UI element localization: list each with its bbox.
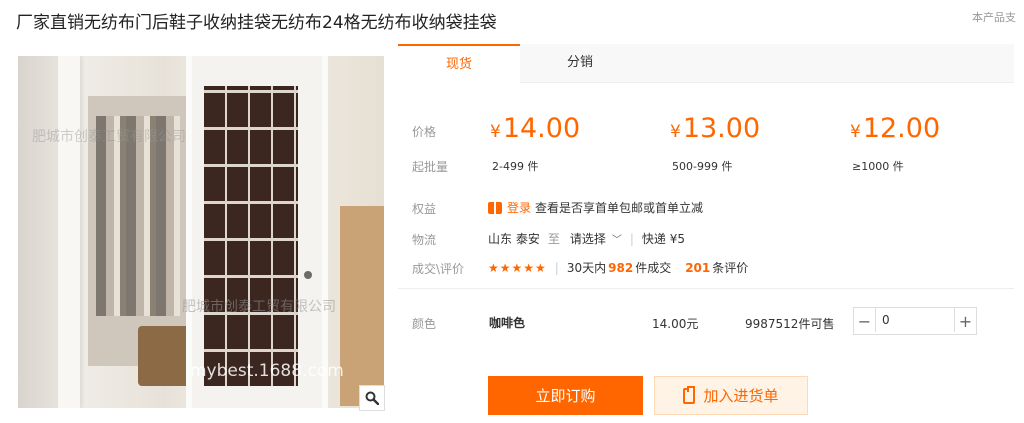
decrement-button[interactable]: − [854, 308, 875, 334]
clipboard-icon [683, 385, 696, 404]
reviews-row: ★★★★★ | 30天内 982 件成交 201 条评价 [488, 260, 749, 276]
product-title: 厂家直销无纺布门后鞋子收纳挂袋无纺布24格无纺布收纳袋挂袋 [16, 13, 497, 33]
price-tier-3: ¥12.00 [850, 113, 941, 144]
watermark: 肥城市创泰工贸有限公司 [32, 129, 186, 145]
moq-label: 起批量 [412, 160, 449, 174]
star-rating: ★★★★★ [488, 260, 547, 275]
shipping-fee: 快递 ¥5 [641, 232, 685, 246]
watermark: mybest.1688.com [190, 361, 344, 381]
chevron-down-icon: ﹀ [611, 235, 622, 246]
add-to-purchase-list-button[interactable]: 加入进货单 [654, 376, 808, 415]
logistics-label: 物流 [412, 233, 437, 247]
add-to-purchase-list-label: 加入进货单 [703, 387, 779, 405]
sku-price: 14.00元 [652, 317, 699, 331]
review-suffix: 条评价 [712, 261, 749, 275]
benefits-text: 查看是否享首单包邮或首单立减 [535, 201, 704, 215]
quantity-input[interactable] [875, 308, 955, 332]
increment-button[interactable]: + [955, 308, 976, 334]
logistics-row: 山东 泰安 至 请选择 ﹀ | 快递 ¥5 [488, 230, 685, 247]
support-note: 本产品支 [972, 11, 1016, 24]
benefits-label: 权益 [412, 202, 437, 216]
destination-select[interactable]: 请选择 ﹀ [570, 230, 622, 247]
sku-stock: 9987512件可售 [745, 317, 835, 331]
moq-tier-2: 500-999 件 [672, 160, 733, 173]
zoom-button[interactable] [359, 385, 385, 411]
shoe-organizer-illustration [204, 86, 298, 386]
watermark: 肥城市创泰工贸有限公司 [182, 299, 336, 315]
gift-icon [488, 201, 502, 214]
sku-color-name: 咖啡色 [489, 316, 526, 330]
sold-prefix: 30天内 [566, 261, 607, 275]
tab-distribution[interactable]: 分销 [520, 44, 640, 82]
price-tier-1: ¥14.00 [490, 113, 581, 144]
sku-color-label: 颜色 [412, 317, 437, 331]
review-count[interactable]: 201 [685, 261, 710, 275]
price-tier-2: ¥13.00 [670, 113, 761, 144]
tab-in-stock[interactable]: 现货 [398, 44, 520, 83]
login-link[interactable]: 登录 [507, 199, 531, 216]
price-label: 价格 [412, 125, 437, 139]
minus-icon: − [857, 311, 872, 331]
sold-count[interactable]: 982 [608, 261, 633, 275]
reviews-label: 成交\评价 [412, 262, 465, 276]
benefits-row: 登录 查看是否享首单包邮或首单立减 [488, 199, 703, 216]
plus-icon: + [958, 311, 973, 331]
moq-tier-1: 2-499 件 [492, 160, 539, 173]
sold-suffix: 件成交 [635, 261, 672, 275]
quantity-stepper: − + [853, 307, 977, 335]
offer-tabs: 现货 分销 [398, 44, 1014, 83]
price-panel: 价格 ¥14.00 ¥13.00 ¥12.00 起批量 2-499 件 500-… [398, 83, 1014, 285]
to-text: 至 [547, 232, 560, 246]
divider [398, 288, 1014, 289]
product-image[interactable]: 肥城市创泰工贸有限公司 肥城市创泰工贸有限公司 mybest.1688.com [18, 56, 384, 408]
origin-location: 山东 泰安 [488, 232, 540, 246]
buy-now-button[interactable]: 立即订购 [488, 376, 643, 415]
moq-tier-3: ≥1000 件 [852, 160, 904, 173]
magnifier-icon [365, 391, 379, 405]
